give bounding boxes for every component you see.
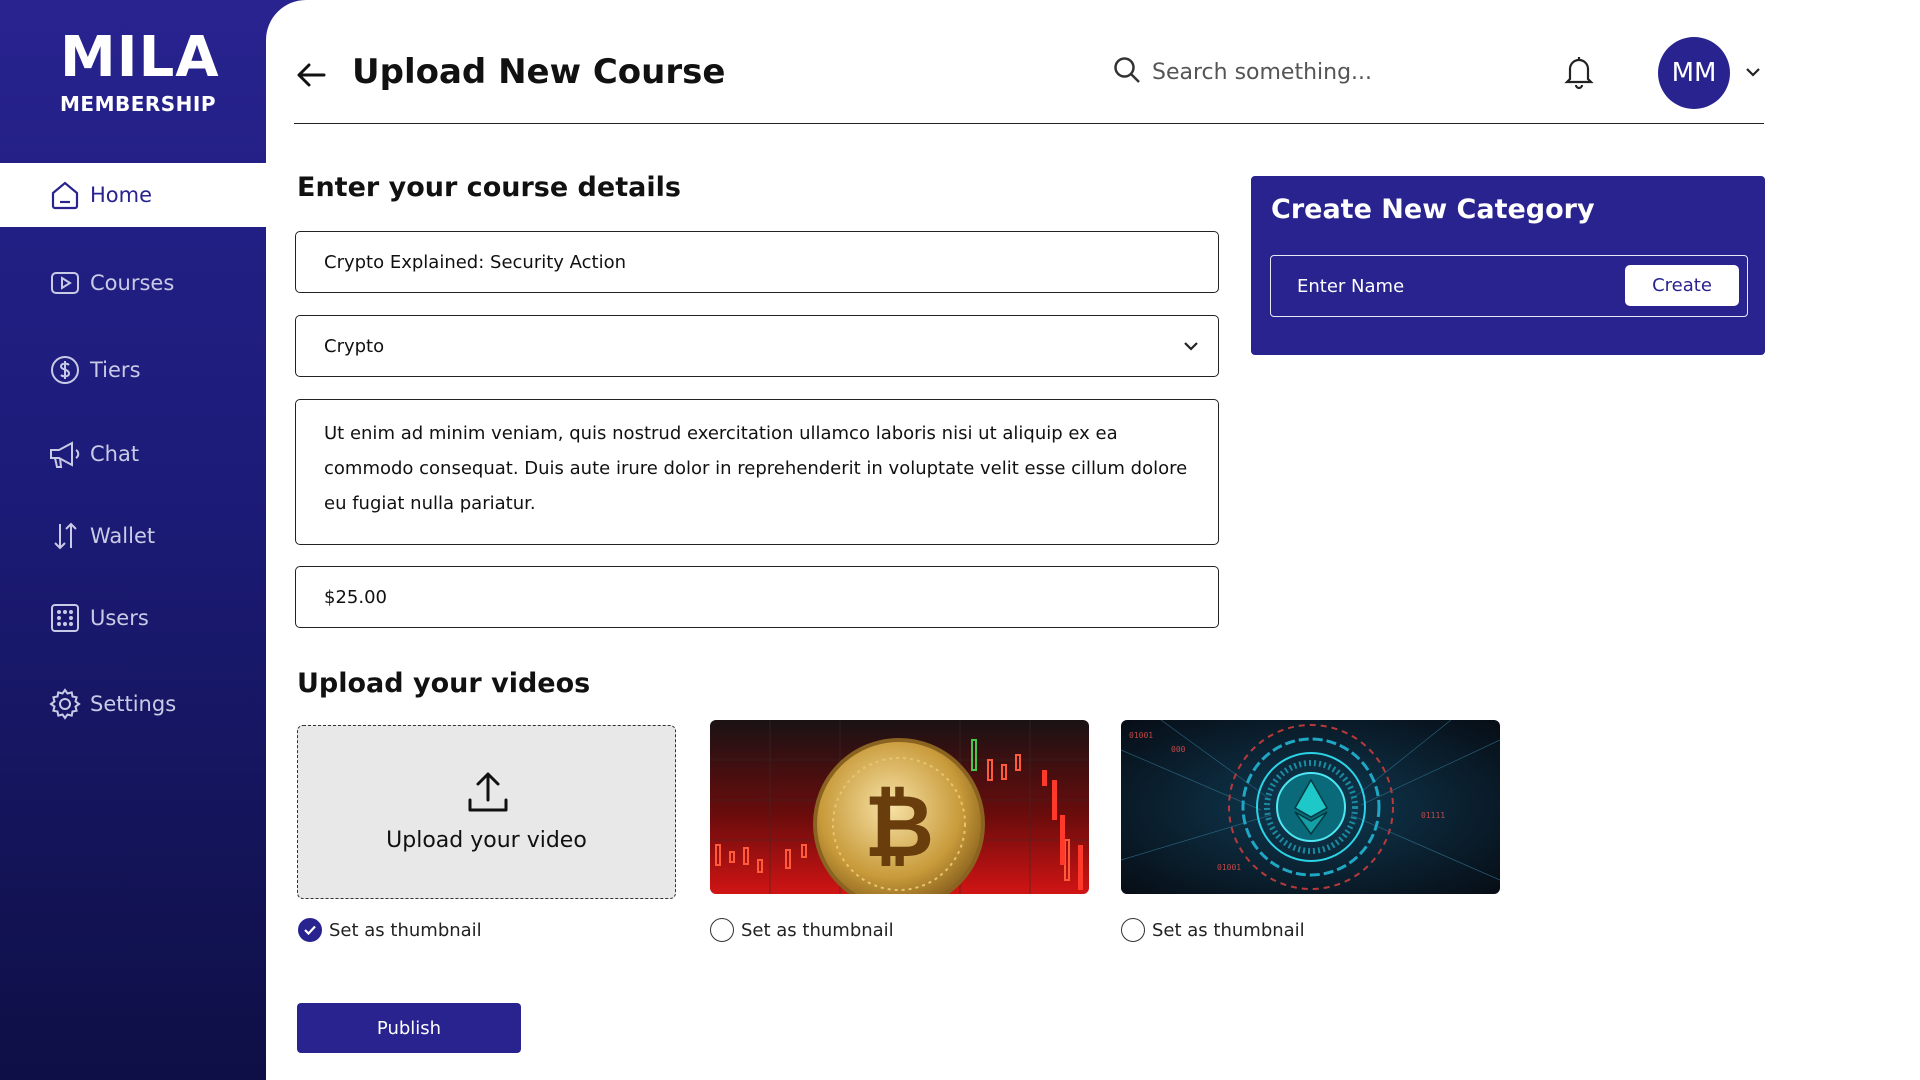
home-icon [48,178,82,212]
thumbnail-option-2[interactable]: Set as thumbnail [710,917,894,943]
sidebar-item-settings[interactable]: Settings [0,672,266,736]
upload-videos-heading: Upload your videos [297,668,591,699]
sidebar-item-chat[interactable]: Chat [0,422,266,486]
create-category-card: Create New Category Create [1251,176,1765,355]
radio-unchecked-icon[interactable] [710,918,734,942]
sidebar-item-label: Home [90,183,153,207]
search-icon [1112,55,1142,89]
create-category-button[interactable]: Create [1625,265,1739,306]
sidebar-item-label: Chat [90,442,140,466]
sidebar-item-label: Settings [90,692,177,716]
sidebar-item-label: Courses [90,271,175,295]
svg-text:01001: 01001 [1217,863,1241,872]
search-bar[interactable] [1112,52,1412,92]
sidebar-item-wallet[interactable]: Wallet [0,504,266,568]
price-value: $25.00 [324,586,387,608]
radio-checked-icon[interactable] [298,918,322,942]
svg-text:₿: ₿ [864,777,934,877]
course-details-heading: Enter your course details [297,172,681,203]
sidebar-item-users[interactable]: Users [0,586,266,650]
sidebar-item-label: Users [90,606,149,630]
upload-icon [466,770,510,820]
chevron-down-icon[interactable] [1744,64,1762,78]
thumbnail-option-3[interactable]: Set as thumbnail [1121,917,1305,943]
thumbnail-option-label: Set as thumbnail [329,919,482,941]
description-textarea[interactable]: Ut enim ad minim veniam, quis nostrud ex… [295,399,1219,545]
svg-text:000: 000 [1171,745,1186,754]
thumbnail-option-1[interactable]: Set as thumbnail [298,917,482,943]
header: Upload New Course MM [294,30,1764,124]
page-title: Upload New Course [352,52,726,92]
sidebar-item-home[interactable]: Home [0,163,266,227]
upload-video-label: Upload your video [386,828,587,853]
users-grid-icon [48,601,82,635]
create-category-title: Create New Category [1271,194,1595,225]
brand-logo[interactable]: MILA MEMBERSHIP [60,28,219,118]
price-field[interactable]: $25.00 [295,566,1219,628]
thumbnail-option-label: Set as thumbnail [1152,919,1305,941]
upload-video-dropzone[interactable]: Upload your video [297,725,676,899]
category-select[interactable]: Crypto [295,315,1219,377]
category-name-input[interactable] [1297,271,1597,301]
publish-button[interactable]: Publish [297,1003,521,1053]
megaphone-icon [48,437,82,471]
sidebar-item-label: Tiers [90,358,141,382]
logo-wordmark: MILA [60,25,220,90]
gear-icon [48,687,82,721]
back-arrow-icon[interactable] [294,58,328,92]
bell-icon[interactable] [1562,54,1596,90]
svg-text:01001: 01001 [1129,731,1153,740]
category-name-field: Create [1270,255,1748,317]
logo-subtitle: MEMBERSHIP [60,92,217,116]
chevron-down-icon [1182,338,1200,359]
video-thumbnail-bitcoin[interactable]: ₿ [710,720,1089,894]
description-value: Ut enim ad minim veniam, quis nostrud ex… [324,423,1188,514]
thumbnail-option-label: Set as thumbnail [741,919,894,941]
transfer-arrows-icon [48,519,82,553]
video-thumbnail-ethereum[interactable]: 01001 000 01001 01111 [1121,720,1500,894]
search-input[interactable] [1152,59,1402,85]
sidebar: MILA MEMBERSHIP Home Courses Tiers Chat … [0,0,266,1080]
play-icon [48,266,82,300]
dollar-icon [48,353,82,387]
sidebar-item-courses[interactable]: Courses [0,251,266,315]
course-title-field[interactable]: Crypto Explained: Security Action [295,231,1219,293]
radio-unchecked-icon[interactable] [1121,918,1145,942]
svg-text:01111: 01111 [1421,811,1445,820]
sidebar-item-label: Wallet [90,524,156,548]
category-value: Crypto [324,335,385,357]
avatar[interactable]: MM [1658,37,1730,109]
sidebar-item-tiers[interactable]: Tiers [0,338,266,402]
course-title-value: Crypto Explained: Security Action [324,251,627,273]
